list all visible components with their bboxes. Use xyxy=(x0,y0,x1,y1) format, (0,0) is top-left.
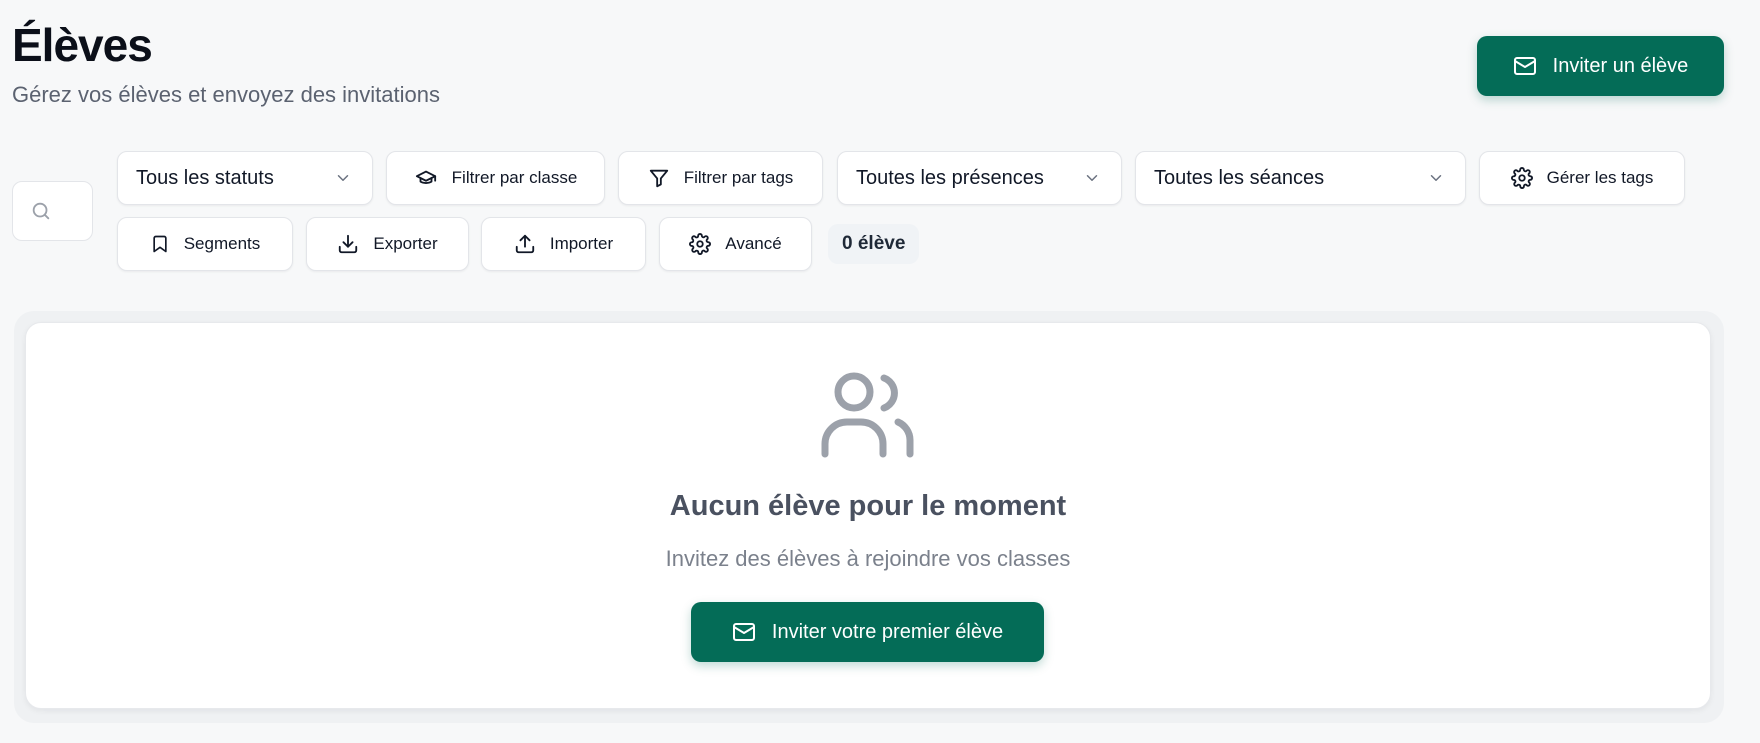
page-subtitle: Gérez vos élèves et envoyez des invitati… xyxy=(12,82,441,107)
users-icon xyxy=(821,372,914,458)
page-title: Élèves xyxy=(12,19,153,71)
search-input[interactable] xyxy=(12,181,93,241)
student-count-badge: 0 élève xyxy=(828,224,920,264)
upload-icon xyxy=(515,234,535,254)
session-filter-select[interactable]: Toutes les séances xyxy=(1135,151,1466,205)
empty-state-title: Aucun élève pour le moment xyxy=(669,490,1067,522)
funnel-icon xyxy=(649,169,668,188)
gear-icon xyxy=(689,233,712,255)
import-label: Importer xyxy=(549,234,614,253)
presence-filter-value: Toutes les présences xyxy=(856,166,1044,189)
segments-label: Segments xyxy=(183,234,261,253)
invite-student-label: Inviter un élève xyxy=(1552,54,1689,77)
import-button[interactable]: Importer xyxy=(481,217,646,271)
advanced-label: Avancé xyxy=(725,234,782,253)
invite-first-student-label: Inviter votre premier élève xyxy=(771,620,1004,643)
export-button[interactable]: Exporter xyxy=(306,217,469,271)
manage-tags-button[interactable]: Gérer les tags xyxy=(1479,151,1685,205)
presence-filter-select[interactable]: Toutes les présences xyxy=(837,151,1122,205)
invite-student-button[interactable]: Inviter un élève xyxy=(1477,36,1724,96)
search-icon xyxy=(32,202,50,220)
invite-first-student-button[interactable]: Inviter votre premier élève xyxy=(691,602,1044,662)
manage-tags-label: Gérer les tags xyxy=(1546,168,1654,187)
advanced-button[interactable]: Avancé xyxy=(659,217,812,271)
download-icon xyxy=(339,234,358,254)
status-filter-value: Tous les statuts xyxy=(136,166,274,189)
status-filter-select[interactable]: Tous les statuts xyxy=(117,151,373,205)
mail-icon xyxy=(1513,57,1536,75)
export-label: Exporter xyxy=(373,234,438,253)
bookmark-icon xyxy=(153,235,167,253)
empty-state-text: Invitez des élèves à rejoindre vos class… xyxy=(665,546,1071,571)
class-filter-button[interactable]: Filtrer par classe xyxy=(386,151,605,205)
mail-icon xyxy=(732,623,755,641)
gear-icon xyxy=(1510,167,1533,189)
tags-filter-button[interactable]: Filtrer par tags xyxy=(618,151,823,205)
graduation-cap-icon xyxy=(415,170,436,184)
chevron-down-icon xyxy=(337,175,349,181)
chevron-down-icon xyxy=(1430,175,1442,181)
class-filter-label: Filtrer par classe xyxy=(451,168,578,187)
session-filter-value: Toutes les séances xyxy=(1154,166,1325,189)
chevron-down-icon xyxy=(1086,175,1098,181)
tags-filter-label: Filtrer par tags xyxy=(683,168,794,187)
segments-button[interactable]: Segments xyxy=(117,217,293,271)
